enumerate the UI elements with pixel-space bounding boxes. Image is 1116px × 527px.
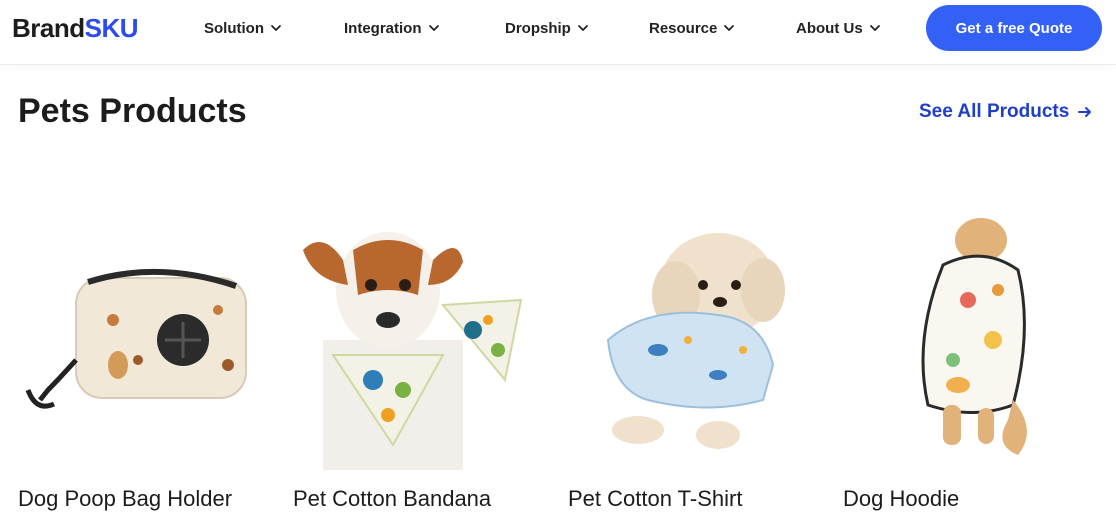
section-title: Pets Products bbox=[18, 92, 247, 130]
site-header: BrandSKU Solution Integration Dropship R… bbox=[0, 0, 1116, 65]
see-all-products-link[interactable]: See All Products bbox=[919, 101, 1093, 123]
logo-sku-text: SKU bbox=[84, 13, 139, 43]
see-all-label: See All Products bbox=[919, 101, 1070, 122]
nav-label: Solution bbox=[204, 19, 264, 37]
product-card-pet-cotton-bandana[interactable]: Pet Cotton Bandana bbox=[293, 190, 548, 520]
pet-bandana-image bbox=[303, 232, 523, 470]
arrow-right-icon bbox=[1078, 107, 1092, 117]
product-name[interactable]: Dog Hoodie bbox=[843, 486, 959, 512]
chevron-down-icon bbox=[271, 25, 281, 31]
brand-logo[interactable]: BrandSKU bbox=[12, 13, 139, 43]
product-card-dog-hoodie[interactable]: Dog Hoodie bbox=[843, 190, 1098, 520]
nav-label: Dropship bbox=[505, 19, 571, 37]
product-name[interactable]: Dog Poop Bag Holder bbox=[18, 486, 232, 512]
chevron-down-icon bbox=[869, 25, 880, 31]
nav-about-us[interactable]: About Us bbox=[796, 18, 881, 38]
chevron-down-icon bbox=[724, 25, 735, 31]
nav-solution[interactable]: Solution bbox=[204, 18, 282, 38]
nav-dropship[interactable]: Dropship bbox=[505, 18, 589, 38]
product-name[interactable]: Pet Cotton T-Shirt bbox=[568, 486, 742, 512]
chevron-down-icon bbox=[577, 25, 588, 31]
product-card-poop-bag-holder[interactable]: Dog Poop Bag Holder bbox=[18, 190, 273, 520]
logo-brand-text: Brand bbox=[12, 13, 85, 43]
nav-integration[interactable]: Integration bbox=[344, 18, 440, 38]
nav-label: Resource bbox=[649, 19, 718, 37]
get-quote-button[interactable]: Get a free Quote bbox=[926, 5, 1102, 51]
nav-resource[interactable]: Resource bbox=[649, 18, 735, 38]
chevron-down-icon bbox=[428, 25, 439, 31]
nav-label: Integration bbox=[344, 19, 422, 37]
product-name[interactable]: Pet Cotton Bandana bbox=[293, 486, 491, 512]
product-card-pet-cotton-t-shirt[interactable]: Pet Cotton T-Shirt bbox=[568, 190, 823, 520]
poop-bag-holder-image bbox=[25, 268, 247, 409]
nav-label: About Us bbox=[796, 19, 863, 37]
dog-hoodie-image bbox=[921, 218, 1027, 455]
pet-t-shirt-image bbox=[606, 233, 785, 449]
